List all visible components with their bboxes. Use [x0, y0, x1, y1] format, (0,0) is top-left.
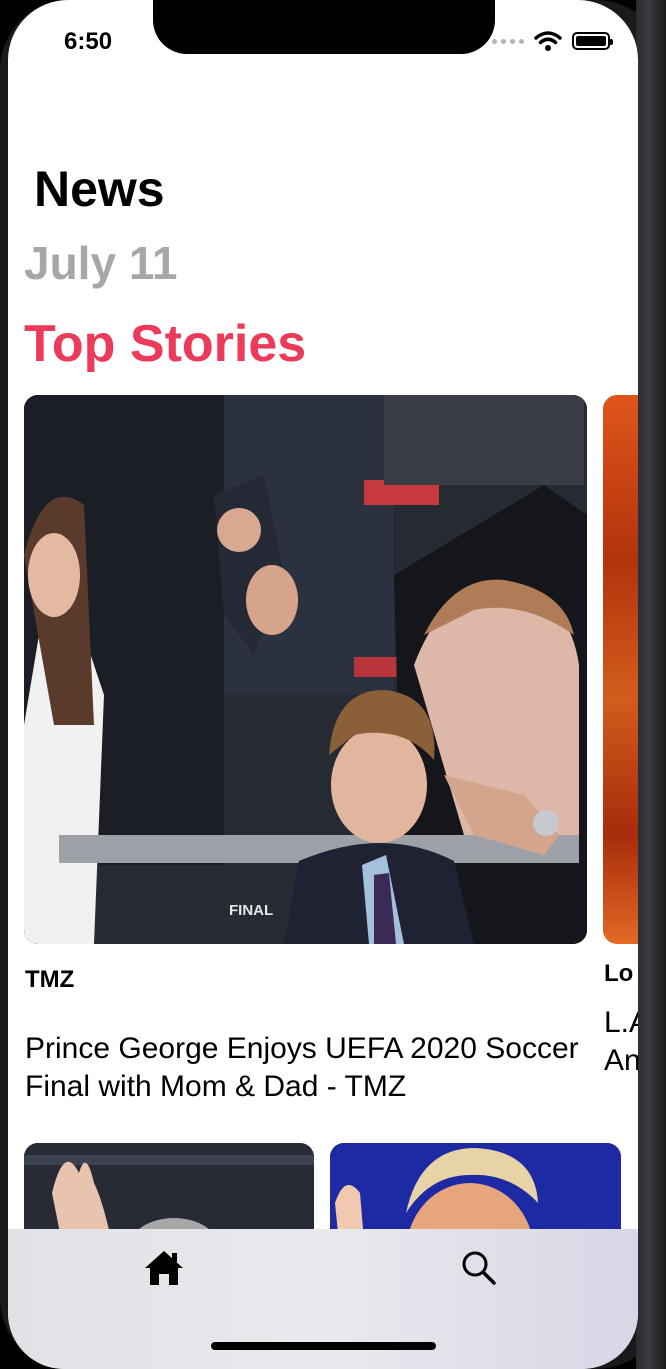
battery-icon: [572, 32, 613, 50]
section-title: Top Stories: [24, 315, 307, 373]
home-icon: [145, 1251, 183, 1285]
next-story-image[interactable]: [603, 395, 638, 944]
story-source: TMZ: [25, 966, 75, 993]
page-title: News: [34, 161, 165, 217]
home-indicator[interactable]: [211, 1342, 436, 1350]
notch: [153, 0, 495, 54]
cellular-signal-icon: [492, 38, 524, 44]
next-story-source: Lo: [604, 960, 634, 987]
status-time: 6:50: [64, 28, 113, 55]
search-icon: [462, 1251, 496, 1285]
date-label: July 11: [24, 237, 178, 289]
tab-search[interactable]: [449, 1243, 509, 1293]
status-icons: [492, 30, 613, 52]
device-edge: [636, 0, 666, 1369]
screen: 6:50 News July 11 Top Stories FINAL TMZ …: [8, 0, 638, 1369]
tab-home[interactable]: [134, 1243, 194, 1293]
next-story-headline[interactable]: L.A co An: [604, 1004, 638, 1080]
story-image[interactable]: FINAL: [24, 395, 587, 944]
wifi-icon: [534, 31, 562, 51]
story-photo: FINAL: [24, 395, 587, 944]
story-headline[interactable]: Prince George Enjoys UEFA 2020 Soccer Fi…: [25, 1030, 585, 1106]
svg-text:FINAL: FINAL: [229, 902, 273, 919]
